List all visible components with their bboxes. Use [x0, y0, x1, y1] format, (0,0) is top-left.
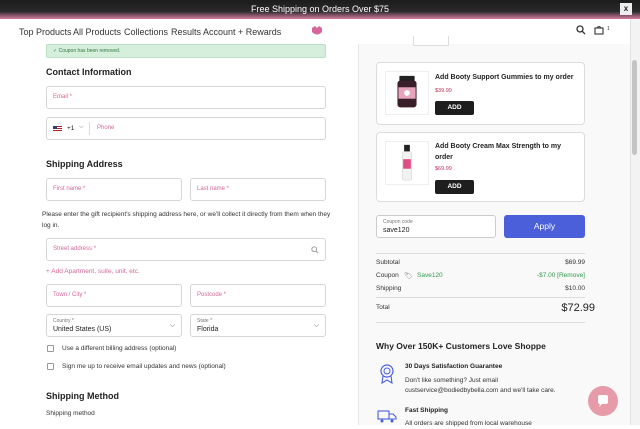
subtotal-value: $69.99 [565, 259, 585, 266]
chat-launcher-button[interactable] [588, 386, 618, 416]
nav-top-products[interactable]: Top Products [19, 27, 72, 37]
country-value: United States (US) [53, 326, 112, 333]
upsell-title: Add Booty Cream Max Strength to my order [435, 143, 562, 161]
phone-placeholder: Phone [97, 125, 115, 131]
town-city-field[interactable]: Town / City * [46, 284, 182, 307]
state-value: Florida [197, 326, 219, 333]
nav-all-products[interactable]: All Products [73, 27, 121, 37]
country-label: Country * [53, 318, 74, 324]
coupon-removed-notice: ✓ Coupon has been removed. [46, 44, 326, 58]
email-field[interactable]: Email * [46, 86, 326, 109]
upsell-price: $69.99 [435, 166, 452, 172]
scrollbar-thumb[interactable] [632, 60, 637, 155]
chevron-down-icon: ⌵ [169, 322, 175, 329]
street-address-field[interactable]: Street address * [46, 238, 326, 261]
upsell-title: Add Booty Support Gummies to my order [435, 74, 574, 81]
tag-icon: 🏷 [404, 273, 413, 280]
upsell-card-cream: Add Booty Cream Max Strength to my order… [376, 132, 585, 202]
contact-heading: Contact Information [46, 67, 132, 77]
first-name-field[interactable]: First name * [46, 178, 182, 201]
close-icon[interactable]: x [620, 3, 632, 15]
state-label: State * [197, 318, 213, 324]
summary-divider [376, 297, 585, 298]
subtotal-row: Subtotal $69.99 [376, 259, 585, 269]
award-badge-icon [380, 364, 394, 384]
perk-title: 30 Days Satisfaction Guarantee [405, 363, 503, 370]
newsletter-checkbox[interactable] [47, 363, 54, 370]
nav-results[interactable]: Results [171, 27, 201, 37]
email-placeholder: Email * [53, 94, 73, 100]
delivery-truck-icon [377, 410, 397, 423]
upsell-price: $39.99 [435, 88, 452, 94]
total-row: Total [376, 304, 585, 314]
shipping-value: $10.00 [565, 285, 585, 292]
why-heading: Why Over 150K+ Customers Love Shoppe [376, 341, 546, 351]
phone-field[interactable]: +1 ⌵ Phone [46, 117, 326, 140]
apply-coupon-button[interactable]: Apply [504, 215, 585, 238]
brand-logo-icon[interactable] [311, 25, 323, 37]
state-select[interactable]: State * Florida ⌵ [190, 314, 326, 337]
shipping-label: Shipping [376, 285, 402, 292]
shipping-method-label: Shipping method [46, 410, 95, 417]
coupon-row: Coupon 🏷 Save120 -$7.00 [Remove] [376, 272, 585, 282]
perk-text: All orders are shipped from local wareho… [405, 420, 532, 427]
coupon-row-label: Coupon [376, 272, 399, 279]
postcode-placeholder: Postcode * [197, 292, 227, 298]
coupon-value: save120 [383, 227, 410, 234]
summary-divider [376, 253, 585, 254]
chevron-down-icon: ⌵ [313, 322, 319, 329]
coupon-label: Coupon code [383, 219, 413, 225]
street-placeholder: Street address * [53, 246, 97, 252]
shipping-method-heading: Shipping Method [46, 391, 119, 401]
nav-account-rewards[interactable]: Account + Rewards [203, 27, 281, 37]
add-gummies-button[interactable]: ADD [435, 101, 474, 115]
total-label: Total [376, 304, 390, 311]
us-flag-icon [53, 126, 62, 132]
shipping-heading: Shipping Address [46, 159, 123, 169]
shipping-row: Shipping $10.00 [376, 285, 585, 295]
total-value: $72.99 [561, 302, 595, 314]
quantity-stepper[interactable] [413, 36, 449, 46]
billing-checkbox[interactable] [47, 345, 54, 352]
newsletter-checkbox-label: Sign me up to receive email updates and … [62, 363, 226, 371]
search-icon[interactable] [576, 25, 586, 35]
postcode-field[interactable]: Postcode * [190, 284, 326, 307]
cart-count-badge: 1 [607, 26, 610, 32]
gift-recipient-note: Please enter the gift recipient's shippi… [42, 211, 331, 229]
newsletter-option[interactable]: Sign me up to receive email updates and … [47, 363, 226, 370]
coupon-code-input[interactable]: Coupon code save120 [376, 215, 496, 238]
search-icon [311, 246, 319, 254]
promo-banner: Free Shipping on Orders Over $75 x [0, 0, 640, 19]
add-apartment-link[interactable]: + Add Apartment, suite, unit, etc. [46, 268, 140, 275]
upsell-card-gummies: Add Booty Support Gummies to my order $3… [376, 62, 585, 125]
add-cream-button[interactable]: ADD [435, 180, 474, 194]
top-nav: Top Products All Products Collections Re… [0, 19, 630, 44]
chat-bubble-icon [598, 395, 608, 407]
perk-title: Fast Shipping [405, 407, 448, 414]
country-select[interactable]: Country * United States (US) ⌵ [46, 314, 182, 337]
last-name-field[interactable]: Last name * [190, 178, 326, 201]
first-name-placeholder: First name * [53, 186, 86, 192]
perk-text: Don't like something? Just email custser… [405, 377, 556, 394]
product-image-gummies [385, 71, 429, 115]
product-image-cream [385, 141, 429, 185]
phone-country-code[interactable]: +1 [67, 125, 74, 132]
summary-divider [376, 322, 585, 323]
billing-checkbox-label: Use a different billing address (optiona… [62, 345, 177, 353]
town-placeholder: Town / City * [53, 292, 87, 298]
applied-coupon-code: Save120 [417, 272, 443, 279]
subtotal-label: Subtotal [376, 259, 400, 266]
chevron-down-icon[interactable]: ⌵ [79, 124, 84, 131]
nav-collections[interactable]: Collections [124, 27, 168, 37]
column-divider [358, 44, 359, 425]
billing-address-option[interactable]: Use a different billing address (optiona… [47, 345, 176, 352]
promo-banner-text: Free Shipping on Orders Over $75 [250, 4, 390, 14]
phone-divider [89, 122, 90, 135]
cart-icon[interactable] [594, 25, 604, 35]
coupon-discount-remove[interactable]: -$7.00 [Remove] [537, 272, 585, 279]
last-name-placeholder: Last name * [197, 186, 230, 192]
notice-text: Coupon has been removed. [58, 48, 121, 54]
